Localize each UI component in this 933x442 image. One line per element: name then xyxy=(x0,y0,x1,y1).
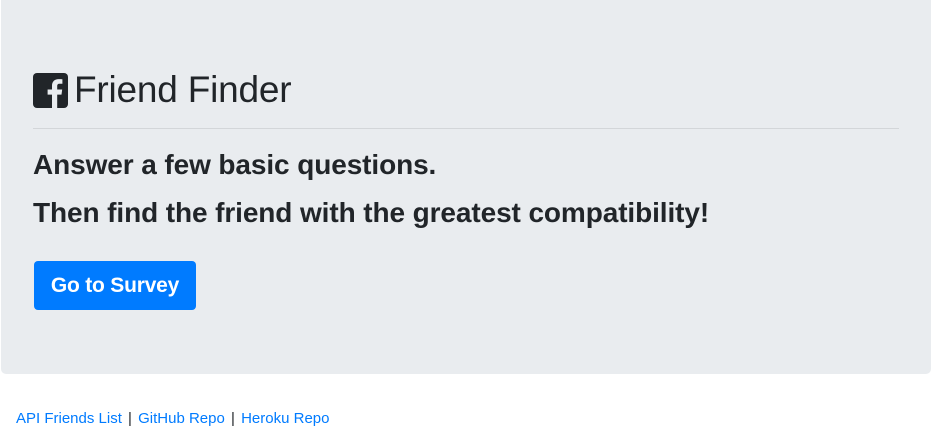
github-repo-link[interactable]: GitHub Repo xyxy=(138,410,225,427)
footer-separator: | xyxy=(128,410,132,427)
footer-links: API Friends List | GitHub Repo | Heroku … xyxy=(16,409,329,429)
go-to-survey-button[interactable]: Go to Survey xyxy=(34,261,196,310)
page-title: Friend Finder xyxy=(74,69,292,110)
jumbotron: Friend Finder Answer a few basic questio… xyxy=(1,0,931,374)
page-header: Friend Finder xyxy=(33,69,292,110)
divider xyxy=(33,128,899,129)
facebook-square-icon xyxy=(33,72,68,108)
lead-text-line-2: Then find the friend with the greatest c… xyxy=(33,197,710,228)
heroku-repo-link[interactable]: Heroku Repo xyxy=(241,410,329,427)
api-friends-list-link[interactable]: API Friends List xyxy=(16,410,122,427)
lead-text-line-1: Answer a few basic questions. xyxy=(33,149,437,180)
footer-separator: | xyxy=(231,410,235,427)
